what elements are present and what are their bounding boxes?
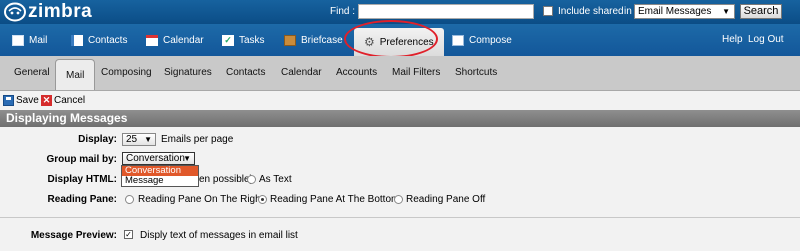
logout-link[interactable]: Log Out (748, 24, 784, 56)
app-tab-bar: Mail Contacts Calendar ✓ Tasks Briefcase… (0, 24, 800, 56)
group-mail-by-dropdown: Conversation Message (121, 165, 199, 187)
emails-per-page-select[interactable]: 25 ▼ (122, 133, 156, 146)
tab-compose-label: Compose (469, 34, 512, 46)
settings-tab-accounts[interactable]: Accounts (336, 65, 377, 81)
toolbar: Save ✕ Cancel (0, 91, 800, 109)
save-button[interactable]: Save (3, 93, 39, 107)
reading-pane-bottom-label: Reading Pane At The Bottom (270, 194, 400, 205)
logo-text: zimbra (28, 1, 93, 22)
cancel-button-label: Cancel (54, 94, 86, 106)
tab-contacts[interactable]: Contacts (71, 24, 127, 56)
tab-calendar[interactable]: Calendar (146, 24, 204, 56)
include-shared-label: Include shared (558, 6, 624, 17)
message-preview-label: Message Preview: (30, 230, 117, 241)
find-label: Find : (330, 6, 356, 17)
tab-preferences-label: Preferences (379, 36, 434, 48)
emails-per-page-label: Emails per page (161, 134, 234, 145)
search-input[interactable] (358, 4, 534, 19)
tab-tasks-label: Tasks (239, 34, 265, 46)
top-header: zimbra Find : Include shared in Email Me… (0, 0, 800, 24)
chevron-down-icon: ▼ (144, 135, 152, 144)
settings-tab-mail[interactable]: Mail (55, 59, 96, 90)
dropdown-option-message[interactable]: Message (122, 176, 198, 186)
settings-tab-mail-filters[interactable]: Mail Filters (392, 65, 440, 81)
reading-pane-off-label: Reading Pane Off (406, 194, 486, 205)
settings-tab-signatures[interactable]: Signatures (164, 65, 212, 81)
display-label: Display: (78, 134, 117, 145)
group-mail-by-value: Conversation (126, 153, 185, 164)
briefcase-icon (284, 34, 296, 46)
tab-mail[interactable]: Mail (12, 24, 47, 56)
tab-compose[interactable]: Compose (452, 24, 512, 56)
emails-per-page-value: 25 (126, 134, 138, 145)
zimbra-logo-icon (4, 2, 26, 22)
display-as-text-radio[interactable] (247, 175, 256, 184)
help-link[interactable]: Help (722, 24, 743, 56)
chevron-down-icon: ▼ (722, 7, 730, 16)
tasks-icon: ✓ (222, 34, 234, 46)
display-as-text-label: As Text (259, 174, 292, 185)
zimbra-logo[interactable]: zimbra (4, 1, 92, 23)
tab-briefcase-label: Briefcase (301, 34, 343, 46)
reading-pane-right-label: Reading Pane On The Right (138, 194, 264, 205)
group-mail-by-label: Group mail by: (46, 154, 117, 165)
tab-tasks[interactable]: ✓ Tasks (222, 24, 265, 56)
compose-icon (452, 34, 464, 46)
cancel-button[interactable]: ✕ Cancel (41, 93, 85, 107)
settings-tab-shortcuts[interactable]: Shortcuts (455, 65, 497, 81)
display-html-label: Display HTML: (47, 174, 117, 185)
reading-pane-off-radio[interactable] (394, 195, 403, 204)
message-preview-checkbox-label: Disply text of messages in email list (140, 230, 298, 241)
tab-contacts-label: Contacts (88, 34, 128, 46)
save-icon (3, 94, 14, 106)
message-preview-checkbox[interactable]: ✓ (124, 230, 133, 239)
display-html-option-label: en possible) (199, 174, 253, 185)
settings-tab-contacts[interactable]: Contacts (226, 65, 265, 81)
settings-tab-composing[interactable]: Composing (101, 65, 152, 81)
tab-mail-label: Mail (29, 34, 48, 46)
reading-pane-bottom-radio[interactable] (258, 195, 267, 204)
tab-calendar-label: Calendar (163, 34, 204, 46)
in-label: in (624, 6, 632, 17)
mail-icon (12, 34, 24, 46)
tab-preferences[interactable]: ⚙ Preferences (354, 28, 444, 56)
section-divider (0, 217, 800, 218)
search-button[interactable]: Search (740, 4, 782, 19)
chevron-down-icon: ▼ (183, 154, 191, 163)
tab-briefcase[interactable]: Briefcase (284, 24, 343, 56)
search-scope-value: Email Messages (638, 6, 712, 17)
settings-tab-general[interactable]: General (14, 65, 50, 81)
reading-pane-right-radio[interactable] (125, 195, 134, 204)
include-shared-checkbox[interactable] (543, 6, 553, 16)
cancel-icon: ✕ (41, 94, 52, 106)
contacts-icon (71, 34, 83, 46)
settings-tab-bar: General Mail Composing Signatures Contac… (0, 56, 800, 91)
gear-icon: ⚙ (364, 35, 375, 49)
reading-pane-label: Reading Pane: (47, 194, 117, 205)
save-button-label: Save (16, 94, 39, 106)
calendar-icon (146, 34, 158, 46)
search-scope-select[interactable]: Email Messages ▼ (634, 4, 735, 19)
settings-tab-calendar[interactable]: Calendar (281, 65, 322, 81)
group-mail-by-select[interactable]: Conversation ▼ (122, 152, 195, 165)
section-title: Displaying Messages (0, 110, 800, 127)
